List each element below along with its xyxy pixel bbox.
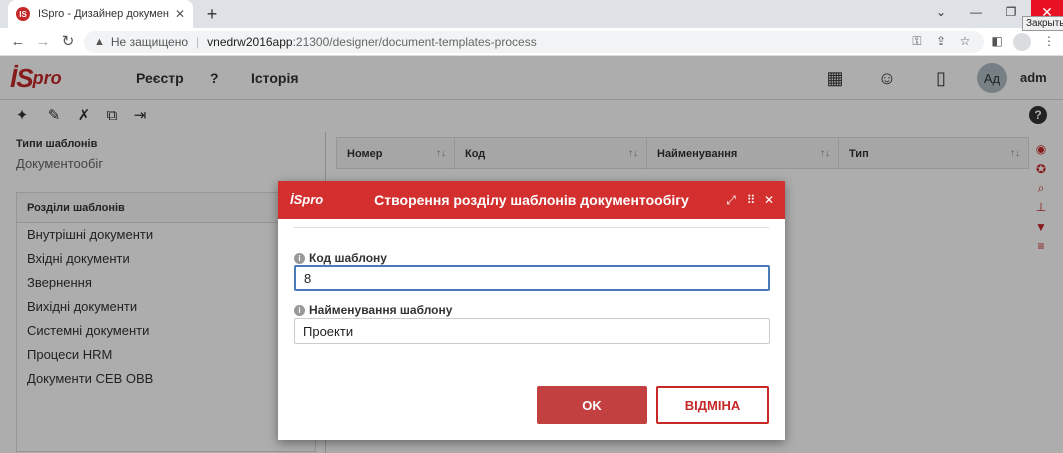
not-secure-label: Не защищено: [110, 35, 189, 49]
tab-close-icon[interactable]: ✕: [175, 7, 185, 21]
browser-menu-icon[interactable]: ⋮: [1040, 34, 1058, 48]
code-label-text: Код шаблону: [309, 251, 387, 265]
warning-icon: ▲: [94, 36, 105, 48]
minimize-icon[interactable]: —: [960, 0, 992, 24]
share-icon[interactable]: ⇪: [932, 34, 950, 48]
template-name-input[interactable]: [294, 318, 770, 344]
expand-icon[interactable]: ⤢: [724, 192, 738, 208]
close-tooltip: Закрыть: [1022, 16, 1063, 31]
close-icon[interactable]: ✕: [762, 192, 776, 208]
reload-icon[interactable]: ↻: [58, 32, 78, 52]
bookmark-star-icon[interactable]: ☆: [956, 34, 974, 48]
drag-handle-icon[interactable]: ⠿: [744, 192, 758, 208]
url-omnibox[interactable]: ▲ Не защищено | vnedrw2016app:21300/desi…: [84, 31, 984, 53]
address-bar-row: ← → ↻ ▲ Не защищено | vnedrw2016app:2130…: [0, 28, 1063, 56]
create-section-dialog: İSpro Створення розділу шаблонів докумен…: [278, 181, 785, 440]
url-path: :21300/designer/document-templates-proce…: [292, 35, 537, 49]
info-icon: i: [294, 252, 305, 264]
template-code-input[interactable]: [294, 265, 770, 291]
forward-arrow-icon[interactable]: →: [33, 32, 53, 52]
info-icon: i: [294, 304, 305, 316]
tab-title: ISpro - Дизайнер документів: [38, 8, 169, 20]
browser-tab[interactable]: IS ISpro - Дизайнер документів ✕: [8, 0, 193, 28]
dialog-header: İSpro Створення розділу шаблонів докумен…: [278, 181, 785, 219]
new-tab-button[interactable]: +: [200, 2, 224, 26]
cancel-button[interactable]: Відміна: [656, 386, 769, 424]
tab-search-chevron-icon[interactable]: ⌄: [925, 0, 957, 24]
browser-tabstrip: IS ISpro - Дизайнер документів ✕ + ⌄ — ❐…: [0, 0, 1063, 28]
url-host: vnedrw2016app: [207, 35, 293, 49]
profile-icon[interactable]: [1013, 33, 1031, 51]
name-field-label: i Найменування шаблону: [294, 303, 452, 317]
ispro-favicon-icon: IS: [16, 7, 30, 21]
back-arrow-icon[interactable]: ←: [8, 32, 28, 52]
dialog-divider: [294, 227, 769, 228]
url-separator: |: [196, 35, 200, 49]
key-icon[interactable]: ⚿: [908, 34, 926, 49]
ok-button[interactable]: OK: [537, 386, 647, 424]
code-field-label: i Код шаблону: [294, 251, 387, 265]
name-label-text: Найменування шаблону: [309, 303, 453, 317]
side-panel-icon[interactable]: ◧: [988, 34, 1006, 48]
dialog-title: Створення розділу шаблонів документообіг…: [374, 192, 689, 208]
